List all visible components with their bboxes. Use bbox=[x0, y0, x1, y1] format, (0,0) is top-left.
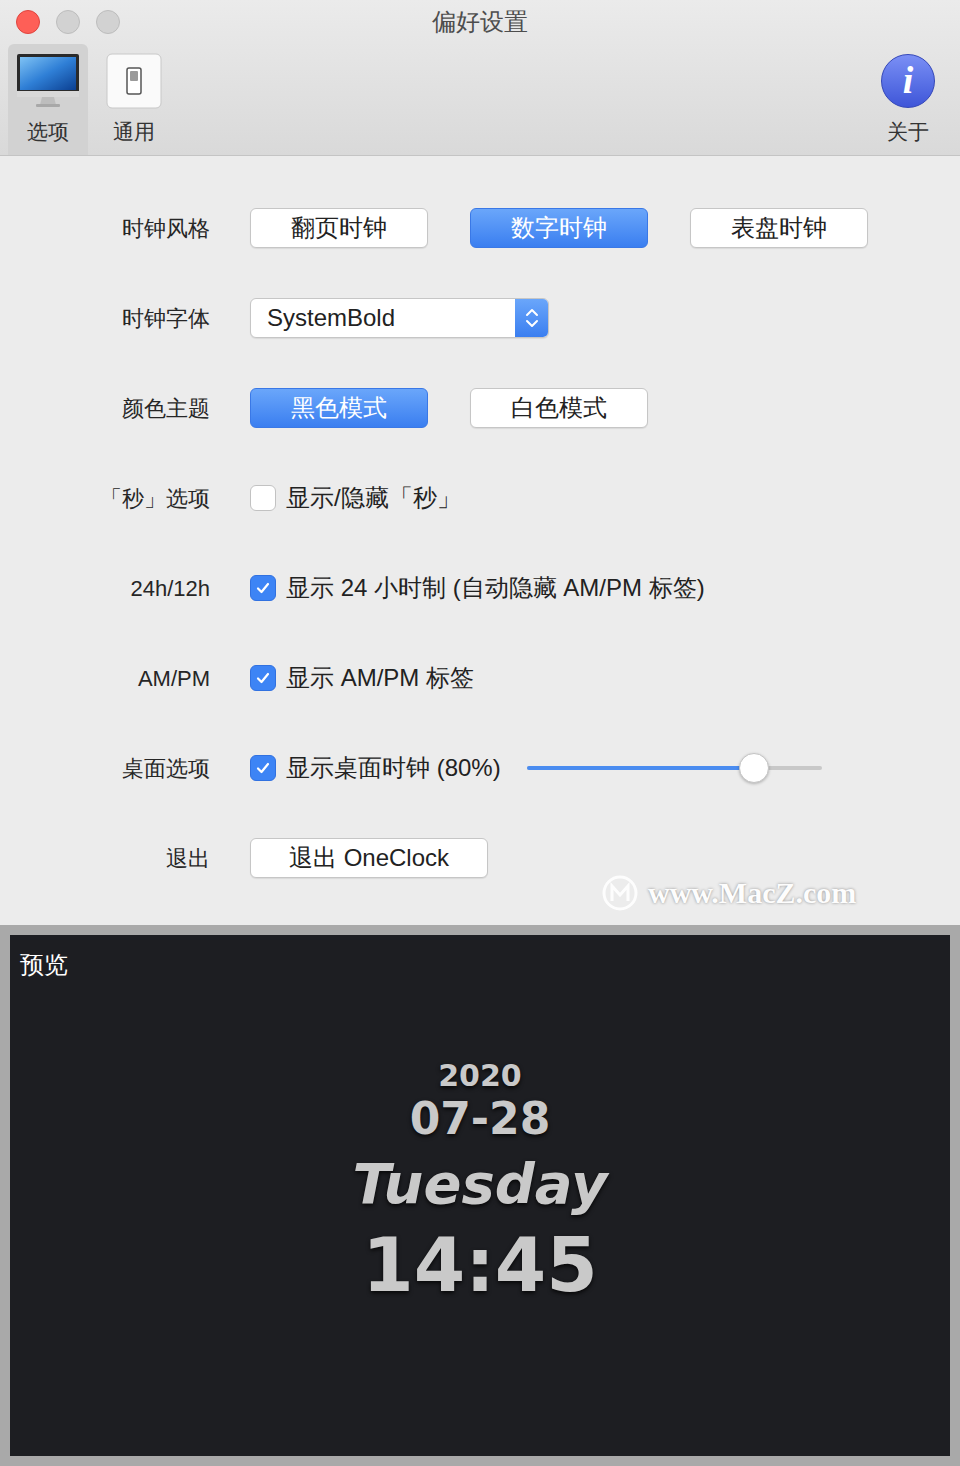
about-tab[interactable]: i关于 bbox=[868, 44, 948, 155]
setting-row: 「秒」选项 显示/隐藏「秒」 bbox=[0, 453, 960, 543]
setting-label: 颜色主题 bbox=[0, 392, 210, 425]
setting-row: 时钟风格 翻页时钟 数字时钟 表盘时钟 bbox=[0, 183, 960, 273]
switch-icon bbox=[106, 53, 162, 109]
title-bar: 偏好设置 bbox=[0, 0, 960, 44]
segmented-control: 黑色模式 白色模式 bbox=[250, 388, 648, 428]
window-title: 偏好设置 bbox=[432, 4, 528, 40]
setting-label: AM/PM bbox=[0, 662, 210, 695]
toolbar-tab[interactable]: 通用 bbox=[94, 44, 174, 155]
checkmark-icon bbox=[255, 760, 271, 776]
clock-line: 07-28 bbox=[410, 1094, 551, 1145]
checkbox-option[interactable]: 显示/隐藏「秒」 bbox=[250, 480, 461, 516]
imac-icon bbox=[16, 53, 80, 109]
setting-row: 24h/12h 显示 24 小时制 (自动隐藏 AM/PM 标签) bbox=[0, 543, 960, 633]
watermark: www.MacZ.com bbox=[600, 870, 856, 915]
clock-line: Tuesday bbox=[353, 1152, 608, 1216]
segmented-control: 翻页时钟 数字时钟 表盘时钟 bbox=[250, 208, 868, 248]
title-toolbar: 偏好设置选项通用 i关于 bbox=[0, 0, 960, 156]
opacity-slider[interactable] bbox=[527, 752, 822, 784]
setting-label: 桌面选项 bbox=[0, 752, 210, 785]
settings-panel: 时钟风格 翻页时钟 数字时钟 表盘时钟时钟字体 SystemBold 颜色主题 黑色模式 白色… bbox=[0, 156, 960, 925]
preview-clock: 202007-28 Tuesday 14:45 bbox=[353, 1059, 608, 1308]
option-button[interactable]: 表盘时钟 bbox=[690, 208, 868, 248]
setting-label: 「秒」选项 bbox=[0, 482, 210, 515]
setting-label: 24h/12h bbox=[0, 572, 210, 605]
slider-knob[interactable] bbox=[739, 753, 769, 783]
clock-line: 14:45 bbox=[362, 1223, 598, 1308]
stepper-icon bbox=[515, 299, 548, 337]
toolbar-tab[interactable]: 选项 bbox=[8, 44, 88, 155]
checkbox[interactable] bbox=[250, 665, 276, 691]
font-select[interactable]: SystemBold bbox=[250, 298, 549, 338]
option-button[interactable]: 白色模式 bbox=[470, 388, 648, 428]
setting-row: 颜色主题 黑色模式 白色模式 bbox=[0, 363, 960, 453]
option-button[interactable]: 数字时钟 bbox=[470, 208, 648, 248]
setting-row: 时钟字体 SystemBold bbox=[0, 273, 960, 363]
checkbox[interactable] bbox=[250, 485, 276, 511]
checkbox[interactable] bbox=[250, 575, 276, 601]
checkmark-icon bbox=[255, 580, 271, 596]
checkbox-option[interactable]: 显示 24 小时制 (自动隐藏 AM/PM 标签) bbox=[250, 570, 705, 606]
minimize-button[interactable] bbox=[56, 10, 80, 34]
setting-label: 时钟字体 bbox=[0, 302, 210, 335]
option-button[interactable]: 黑色模式 bbox=[250, 388, 428, 428]
preview-frame: 预览 202007-28 Tuesday 14:45 bbox=[0, 925, 960, 1466]
quit-button[interactable]: 退出 OneClock bbox=[250, 838, 488, 878]
setting-row: 桌面选项 显示桌面时钟 (80%) bbox=[0, 723, 960, 813]
preferences-window: 偏好设置选项通用 i关于时钟风格 翻页时钟 数字时钟 表盘时钟时钟字体 SystemBol… bbox=[0, 0, 960, 1466]
checkbox-option[interactable]: 显示桌面时钟 (80%) bbox=[250, 750, 501, 786]
setting-row: 退出 退出 OneClock bbox=[0, 813, 960, 903]
checkbox[interactable] bbox=[250, 755, 276, 781]
preview-label: 预览 bbox=[20, 947, 68, 983]
checkbox-option[interactable]: 显示 AM/PM 标签 bbox=[250, 660, 474, 696]
preview-area: 预览 202007-28 Tuesday 14:45 bbox=[10, 935, 950, 1456]
close-button[interactable] bbox=[16, 10, 40, 34]
info-icon: i bbox=[881, 54, 935, 108]
zoom-button[interactable] bbox=[96, 10, 120, 34]
setting-label: 时钟风格 bbox=[0, 212, 210, 245]
option-button[interactable]: 翻页时钟 bbox=[250, 208, 428, 248]
clock-line: 2020 bbox=[438, 1059, 522, 1094]
checkmark-icon bbox=[255, 670, 271, 686]
setting-row: AM/PM 显示 AM/PM 标签 bbox=[0, 633, 960, 723]
setting-label: 退出 bbox=[0, 842, 210, 875]
watermark-logo-icon bbox=[600, 873, 640, 913]
